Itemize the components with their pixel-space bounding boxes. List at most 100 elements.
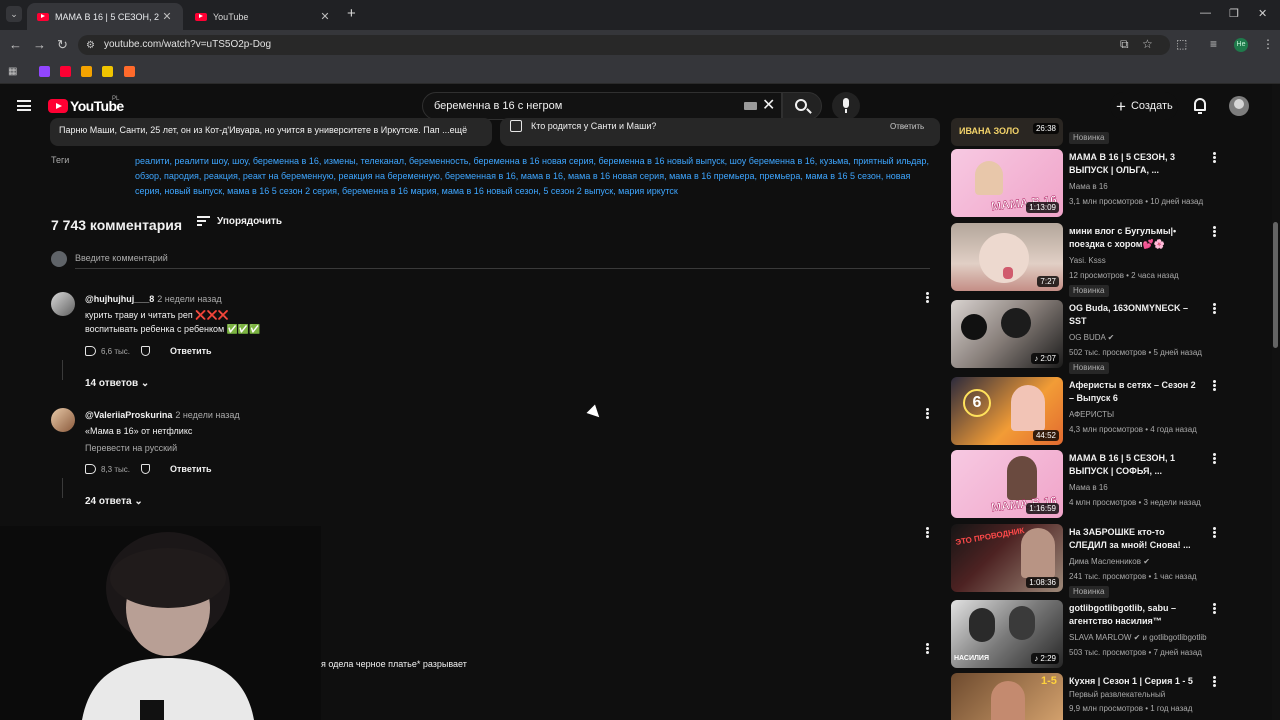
video-title[interactable]: Аферисты в сетях – Сезон 2 – Выпуск 6 bbox=[1069, 379, 1201, 405]
replies-toggle[interactable]: 14 ответов ⌄ bbox=[85, 378, 149, 389]
account-avatar[interactable] bbox=[1229, 96, 1249, 116]
youtube-bookmark-icon[interactable] bbox=[60, 66, 71, 77]
comment-avatar[interactable] bbox=[51, 292, 75, 316]
comment-author[interactable]: @hujhujhuj___8 2 недели назад bbox=[85, 294, 222, 304]
install-app-icon[interactable]: ⧉ bbox=[1120, 38, 1129, 51]
video-title[interactable]: gotlibgotlibgotlib, sabu – агентство нас… bbox=[1069, 602, 1201, 628]
channel-name[interactable]: OG BUDA ✔ bbox=[1069, 333, 1114, 342]
comment-author-name[interactable]: @ValeriiaProskurina bbox=[85, 410, 172, 420]
video-title[interactable]: На ЗАБРОШКЕ кто-то СЛЕДИЛ за мной! Снова… bbox=[1069, 526, 1201, 552]
forward-icon[interactable]: → bbox=[33, 38, 46, 52]
comment-time[interactable]: 2 недели назад bbox=[157, 294, 221, 304]
minimize-icon[interactable]: — bbox=[1200, 7, 1211, 19]
channel-name[interactable]: SLAVA MARLOW ✔ и gotlibgotlibgotlib bbox=[1069, 633, 1207, 642]
video-thumbnail[interactable]: ЭТО ПРОВОДНИК 1:08:36 bbox=[951, 524, 1063, 592]
more-actions-icon[interactable] bbox=[1213, 226, 1216, 237]
comment-input[interactable]: Введите комментарий bbox=[75, 253, 930, 269]
sort-button[interactable]: Упорядочить bbox=[217, 216, 282, 227]
tab-active[interactable]: МАМА В 16 | 5 СЕЗОН, 2 ВЫП... ✕ bbox=[27, 3, 183, 30]
bookmark-star-icon[interactable]: ☆ bbox=[1142, 38, 1153, 51]
bookmark-f-icon[interactable] bbox=[102, 66, 113, 77]
comment-avatar[interactable] bbox=[51, 408, 75, 432]
video-thumbnail[interactable]: 6 44:52 bbox=[951, 377, 1063, 445]
bookmark-orange-icon[interactable] bbox=[124, 66, 135, 77]
comment-author-name[interactable]: @hujhujhuj___8 bbox=[85, 294, 154, 304]
notifications-bell-icon[interactable] bbox=[1194, 98, 1206, 114]
video-thumbnail[interactable]: 1-5 bbox=[951, 673, 1063, 720]
recommendation-item[interactable]: НАСИЛИЯ ♪ 2:29 gotlibgotlibgotlib, sabu … bbox=[951, 600, 1221, 668]
create-button[interactable]: + Создать bbox=[1110, 92, 1178, 120]
tab-youtube[interactable]: YouTube ✕ bbox=[185, 3, 341, 30]
quiz-answer-button[interactable]: Ответить bbox=[890, 122, 924, 131]
more-actions-icon[interactable] bbox=[1213, 453, 1216, 464]
dislike-icon[interactable] bbox=[141, 346, 150, 356]
page-scrollbar[interactable] bbox=[1272, 84, 1280, 720]
channel-name[interactable]: Yasi. Ksss bbox=[1069, 256, 1106, 265]
scrollbar-thumb[interactable] bbox=[1273, 222, 1278, 348]
video-thumbnail[interactable]: ИВАНА ЗОЛО 26:38 bbox=[951, 118, 1063, 146]
profile-avatar[interactable]: Не bbox=[1234, 38, 1248, 52]
extensions-icon[interactable]: ⬚ bbox=[1176, 38, 1187, 51]
video-thumbnail[interactable]: МАМА В 16 1:13:09 bbox=[951, 149, 1063, 217]
more-actions-icon[interactable] bbox=[1213, 303, 1216, 314]
channel-name[interactable]: Мама в 16 bbox=[1069, 483, 1108, 492]
recommendation-item[interactable]: МАМА В 16 1:13:09 МАМА В 16 | 5 СЕЗОН, 3… bbox=[951, 149, 1221, 217]
bookmark-d-icon[interactable] bbox=[81, 66, 92, 77]
comment-more-icon[interactable] bbox=[926, 292, 929, 303]
close-icon[interactable]: ✕ bbox=[161, 10, 173, 23]
dislike-icon[interactable] bbox=[141, 464, 150, 474]
comment-more-icon[interactable] bbox=[926, 643, 929, 654]
site-info-icon[interactable]: ⚙ bbox=[86, 39, 95, 52]
comment-more-icon[interactable] bbox=[926, 408, 929, 419]
channel-name[interactable]: Первый развлекательный bbox=[1069, 690, 1165, 699]
more-actions-icon[interactable] bbox=[1213, 380, 1216, 391]
clear-search-icon[interactable]: ✕ bbox=[762, 97, 775, 115]
like-icon[interactable] bbox=[85, 346, 96, 356]
channel-name[interactable]: Дима Масленников ✔ bbox=[1069, 557, 1150, 566]
recommendation-item[interactable]: 1-5 Кухня | Сезон 1 | Серия 1 - 5 Первый… bbox=[951, 673, 1221, 720]
recommendation-item[interactable]: ЭТО ПРОВОДНИК 1:08:36 На ЗАБРОШКЕ кто-то… bbox=[951, 524, 1221, 598]
twitch-bookmark-icon[interactable] bbox=[39, 66, 50, 77]
translate-link[interactable]: Перевести на русский bbox=[85, 443, 177, 453]
replies-toggle[interactable]: 24 ответа ⌄ bbox=[85, 496, 143, 507]
window-close-icon[interactable]: ✕ bbox=[1258, 7, 1267, 20]
menu-icon[interactable]: ⋮ bbox=[1262, 38, 1274, 51]
comment-author[interactable]: @ValeriiaProskurina 2 недели назад bbox=[85, 410, 240, 420]
recommendation-item[interactable]: МАМА В 16 1:16:59 МАМА В 16 | 5 СЕЗОН, 1… bbox=[951, 450, 1221, 518]
close-icon[interactable]: ✕ bbox=[319, 10, 331, 23]
restore-icon[interactable]: ❐ bbox=[1229, 7, 1239, 20]
recommendation-item[interactable]: 7:27 мини влог с Бугульмы|• поездка с хо… bbox=[951, 223, 1221, 297]
keyboard-icon[interactable] bbox=[744, 102, 757, 110]
comment-time[interactable]: 2 недели назад bbox=[175, 410, 239, 420]
recommendation-item[interactable]: ИВАНА ЗОЛО 26:38 Новинка bbox=[951, 118, 1221, 148]
recommendation-item[interactable]: 6 44:52 Аферисты в сетях – Сезон 2 – Вып… bbox=[951, 377, 1221, 445]
channel-name[interactable]: АФЕРИСТЫ bbox=[1069, 410, 1114, 419]
more-actions-icon[interactable] bbox=[1213, 152, 1216, 163]
reload-icon[interactable]: ↻ bbox=[57, 38, 68, 52]
youtube-logo-icon[interactable] bbox=[48, 99, 68, 113]
search-icon[interactable] bbox=[795, 99, 807, 111]
tab-search-button[interactable]: ⌄ bbox=[6, 6, 22, 22]
reading-list-icon[interactable]: ≡ bbox=[1210, 38, 1217, 51]
comment-more-icon[interactable] bbox=[926, 527, 929, 538]
video-thumbnail[interactable]: ♪ 2:07 bbox=[951, 300, 1063, 368]
tags-list[interactable]: реалити, реалити шоу, шоу, беременна в 1… bbox=[135, 154, 930, 199]
channel-name[interactable]: Мама в 16 bbox=[1069, 182, 1108, 191]
sort-icon[interactable] bbox=[197, 216, 210, 226]
reply-button[interactable]: Ответить bbox=[170, 346, 212, 356]
new-tab-button[interactable]: + bbox=[347, 6, 356, 22]
more-actions-icon[interactable] bbox=[1213, 527, 1216, 538]
reply-button[interactable]: Ответить bbox=[170, 464, 212, 474]
video-thumbnail[interactable]: 7:27 bbox=[951, 223, 1063, 291]
back-icon[interactable]: ← bbox=[9, 38, 22, 52]
video-thumbnail[interactable]: МАМА В 16 1:16:59 bbox=[951, 450, 1063, 518]
video-title[interactable]: МАМА В 16 | 5 СЕЗОН, 3 ВЫПУСК | ОЛЬГА, .… bbox=[1069, 151, 1201, 177]
apps-grid-icon[interactable]: ▦ bbox=[8, 65, 17, 78]
recommendation-item[interactable]: ♪ 2:07 OG Buda, 163ONMYNECK – SST OG BUD… bbox=[951, 300, 1221, 374]
video-title[interactable]: мини влог с Бугульмы|• поездка с хором💕🌸 bbox=[1069, 225, 1201, 251]
video-thumbnail[interactable]: НАСИЛИЯ ♪ 2:29 bbox=[951, 600, 1063, 668]
hamburger-menu-icon[interactable] bbox=[17, 100, 31, 111]
like-icon[interactable] bbox=[85, 464, 96, 474]
more-actions-icon[interactable] bbox=[1213, 676, 1216, 687]
video-title[interactable]: Кухня | Сезон 1 | Серия 1 - 5 bbox=[1069, 675, 1201, 688]
